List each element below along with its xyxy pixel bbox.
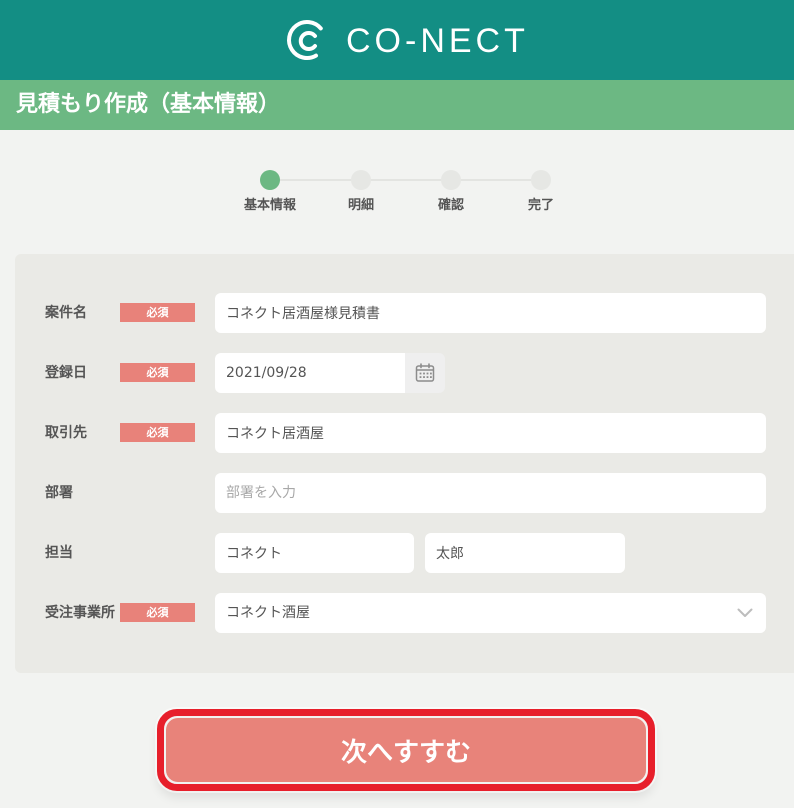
office-select[interactable]: コネクト酒屋: [215, 593, 766, 633]
required-badge: 必須: [120, 303, 195, 322]
office-select-value: コネクト酒屋: [226, 605, 310, 621]
page-title-bar: 見積もり作成（基本情報）: [0, 80, 794, 130]
step-confirm: 確認: [411, 170, 491, 216]
form-row-registration-date: 登録日 必須: [15, 353, 794, 393]
form-row-department: 部署: [15, 473, 794, 513]
department-input[interactable]: [215, 473, 766, 513]
page-title: 見積もり作成（基本情報）: [16, 92, 281, 117]
step-dot: [351, 170, 371, 190]
chevron-down-icon: [737, 608, 753, 617]
basic-info-form: 案件名 必須 登録日 必須: [15, 254, 794, 673]
calendar-button[interactable]: [405, 353, 445, 393]
project-name-label: 案件名: [45, 305, 87, 321]
assignee-first-name-input[interactable]: [425, 533, 625, 573]
conect-logo-icon: [287, 20, 323, 60]
brand-logo[interactable]: CO-NECT: [285, 18, 535, 62]
next-button[interactable]: 次へすすむ: [166, 718, 646, 782]
step-dot: [260, 170, 280, 190]
step-details: 明細: [321, 170, 401, 216]
step-label: 明細: [347, 198, 374, 213]
client-input[interactable]: [215, 413, 766, 453]
client-label: 取引先: [45, 425, 87, 441]
required-badge: 必須: [120, 603, 195, 622]
form-row-client: 取引先 必須: [15, 413, 794, 453]
required-badge: 必須: [120, 363, 195, 382]
form-row-office: 受注事業所 必須 コネクト酒屋: [15, 593, 794, 633]
assignee-label: 担当: [45, 545, 73, 561]
registration-date-label: 登録日: [45, 365, 87, 381]
step-label: 完了: [527, 198, 554, 213]
calendar-icon: [415, 363, 435, 382]
top-header: CO-NECT: [0, 0, 794, 80]
department-label: 部署: [45, 485, 73, 501]
step-dot: [441, 170, 461, 190]
required-badge: 必須: [120, 423, 195, 442]
step-complete: 完了: [501, 170, 581, 216]
step-dot: [531, 170, 551, 190]
step-basic-info: 基本情報: [230, 170, 310, 216]
next-button-highlight: 次へすすむ: [157, 709, 655, 791]
registration-date-input[interactable]: [215, 353, 405, 393]
logo-text: CO-NECT: [346, 22, 529, 60]
project-name-input[interactable]: [215, 293, 766, 333]
assignee-last-name-input[interactable]: [215, 533, 414, 573]
form-row-assignee: 担当: [15, 533, 794, 573]
app-screen: CO-NECT 見積もり作成（基本情報） 基本情報 明細 確認 完了 案件名 必…: [0, 0, 794, 808]
form-row-project-name: 案件名 必須: [15, 293, 794, 333]
step-label: 基本情報: [243, 198, 296, 213]
step-label: 確認: [437, 198, 464, 213]
office-label: 受注事業所: [45, 605, 115, 621]
